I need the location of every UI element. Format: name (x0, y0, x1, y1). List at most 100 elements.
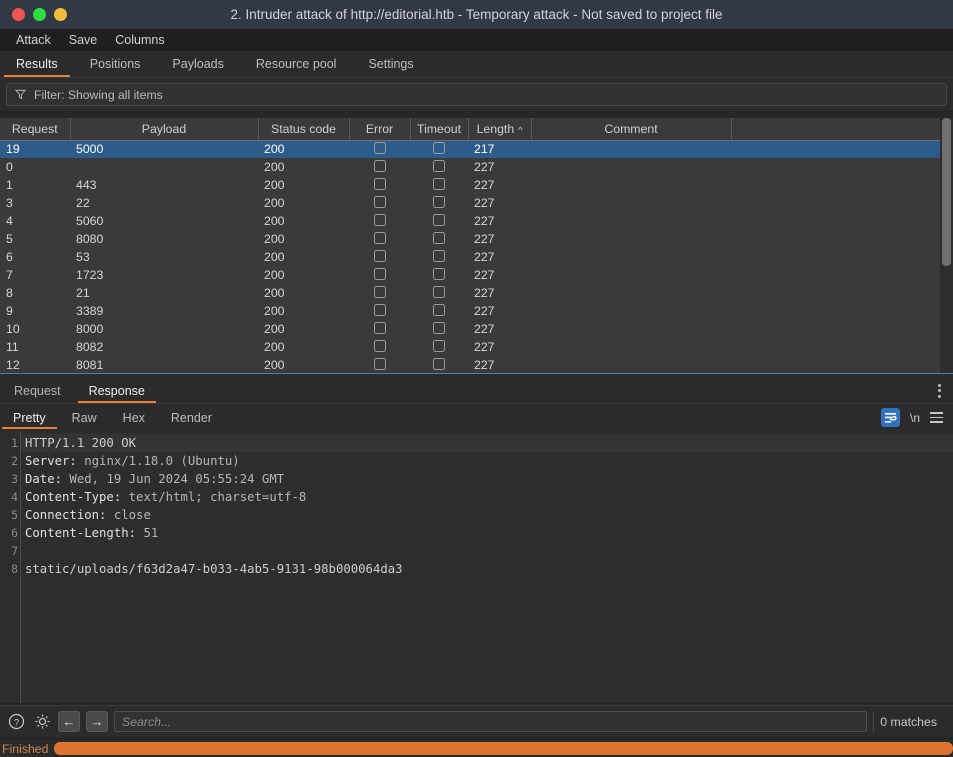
tab-raw[interactable]: Raw (59, 404, 110, 431)
table-row[interactable]: 3 22 200 227 (0, 194, 945, 212)
table-row[interactable]: 9 3389 200 227 (0, 302, 945, 320)
view-tools: \n (880, 404, 953, 431)
attack-progress-bar (54, 742, 953, 755)
search-input[interactable] (114, 711, 868, 732)
timeout-checkbox[interactable] (433, 141, 445, 154)
error-checkbox[interactable] (373, 195, 386, 208)
error-checkbox[interactable] (373, 249, 386, 262)
timeout-checkbox[interactable] (433, 357, 445, 370)
table-row[interactable]: 4 5060 200 227 (0, 212, 945, 230)
timeout-checkbox[interactable] (433, 285, 445, 298)
kebab-menu-icon[interactable] (926, 378, 953, 403)
column-header-request[interactable]: Request (0, 118, 71, 141)
error-checkbox[interactable] (373, 357, 386, 370)
cell-payload: 8000 (76, 322, 104, 336)
response-line: static/uploads/f63d2a47-b033-4ab5-9131-9… (25, 562, 403, 576)
cell-status-code: 200 (264, 322, 285, 336)
table-row[interactable]: 10 8000 200 227 (0, 320, 945, 338)
results-scrollbar-thumb[interactable] (942, 118, 951, 266)
results-scrollbar-track[interactable] (940, 118, 953, 378)
line-number-gutter: 1 2 3 4 5 6 7 8 (0, 431, 20, 703)
table-row[interactable]: 5 8080 200 227 (0, 230, 945, 248)
timeout-checkbox[interactable] (433, 339, 445, 352)
cell-length: 227 (474, 160, 495, 174)
cell-comment (531, 338, 731, 356)
error-checkbox[interactable] (373, 231, 386, 244)
line-number: 1 (11, 436, 18, 450)
table-row[interactable]: 7 1723 200 227 (0, 266, 945, 284)
column-header-error[interactable]: Error (349, 118, 411, 141)
tab-pretty[interactable]: Pretty (0, 404, 59, 431)
table-row[interactable]: 6 53 200 227 (0, 248, 945, 266)
column-header-timeout[interactable]: Timeout (410, 118, 469, 141)
tab-payloads[interactable]: Payloads (156, 51, 239, 77)
filter-label: Filter: Showing all items (34, 87, 163, 102)
error-checkbox[interactable] (373, 267, 386, 280)
table-row[interactable]: 1 443 200 227 (0, 176, 945, 194)
arrow-left-icon[interactable]: ← (58, 711, 80, 732)
menu-item-columns[interactable]: Columns (106, 31, 173, 49)
cell-status-code: 200 (264, 286, 285, 300)
error-checkbox[interactable] (373, 213, 386, 226)
column-header-status-code[interactable]: Status code (258, 118, 350, 141)
table-row[interactable]: 8 21 200 227 (0, 284, 945, 302)
tab-response[interactable]: Response (75, 378, 159, 403)
cell-comment (531, 266, 731, 284)
view-tab-bar: Pretty Raw Hex Render \n (0, 404, 953, 431)
cell-request: 12 (6, 358, 20, 372)
cell-length: 227 (474, 286, 495, 300)
tab-resource-pool[interactable]: Resource pool (240, 51, 353, 77)
word-wrap-icon[interactable] (880, 408, 900, 427)
timeout-checkbox[interactable] (433, 267, 445, 280)
hamburger-menu-icon[interactable] (930, 412, 943, 423)
column-header-comment[interactable]: Comment (531, 118, 732, 141)
timeout-checkbox[interactable] (433, 231, 445, 244)
cell-payload: 8081 (76, 358, 104, 372)
response-editor[interactable]: 1 2 3 4 5 6 7 8 HTTP/1.1 200 OK Server: nginx/1.… (0, 431, 953, 703)
error-checkbox[interactable] (373, 159, 386, 172)
error-checkbox[interactable] (373, 141, 386, 154)
column-header-length[interactable]: Length ^ (468, 118, 532, 141)
tab-render[interactable]: Render (158, 404, 225, 431)
tab-settings[interactable]: Settings (352, 51, 429, 77)
error-checkbox[interactable] (373, 303, 386, 316)
tab-hex[interactable]: Hex (110, 404, 158, 431)
timeout-checkbox[interactable] (433, 159, 445, 172)
help-icon[interactable]: ? (6, 712, 26, 732)
timeout-checkbox[interactable] (433, 321, 445, 334)
timeout-checkbox[interactable] (433, 177, 445, 190)
error-checkbox[interactable] (373, 177, 386, 190)
timeout-checkbox[interactable] (433, 249, 445, 262)
cell-comment (531, 320, 731, 338)
cell-timeout (410, 212, 468, 230)
cell-status-code: 200 (264, 142, 285, 157)
table-row[interactable]: 12 8081 200 227 (0, 356, 945, 374)
error-checkbox[interactable] (373, 321, 386, 334)
column-header-payload[interactable]: Payload (70, 118, 259, 141)
table-row[interactable]: 19 5000 200 217 (0, 140, 945, 158)
cell-error (349, 302, 410, 320)
tab-results[interactable]: Results (0, 51, 74, 77)
menu-item-save[interactable]: Save (60, 31, 107, 49)
table-row[interactable]: 0 200 227 (0, 158, 945, 176)
filter-bar[interactable]: Filter: Showing all items (6, 83, 947, 106)
error-checkbox[interactable] (373, 339, 386, 352)
cell-request: 7 (6, 268, 13, 282)
tab-positions[interactable]: Positions (74, 51, 157, 77)
attack-progress-fill (54, 742, 953, 755)
gear-icon[interactable] (32, 712, 52, 732)
error-checkbox[interactable] (373, 285, 386, 298)
timeout-checkbox[interactable] (433, 303, 445, 316)
tab-request[interactable]: Request (0, 378, 75, 403)
table-row[interactable]: 11 8082 200 227 (0, 338, 945, 356)
cell-status-code: 200 (264, 214, 285, 228)
menu-item-attack[interactable]: Attack (7, 31, 60, 49)
timeout-checkbox[interactable] (433, 195, 445, 208)
line-number: 5 (11, 508, 18, 522)
timeout-checkbox[interactable] (433, 213, 445, 226)
arrow-right-icon[interactable]: → (86, 711, 108, 732)
newline-icon[interactable]: \n (910, 411, 920, 425)
maximize-button[interactable] (33, 8, 46, 21)
minimize-button[interactable] (54, 8, 67, 21)
close-button[interactable] (12, 8, 25, 21)
